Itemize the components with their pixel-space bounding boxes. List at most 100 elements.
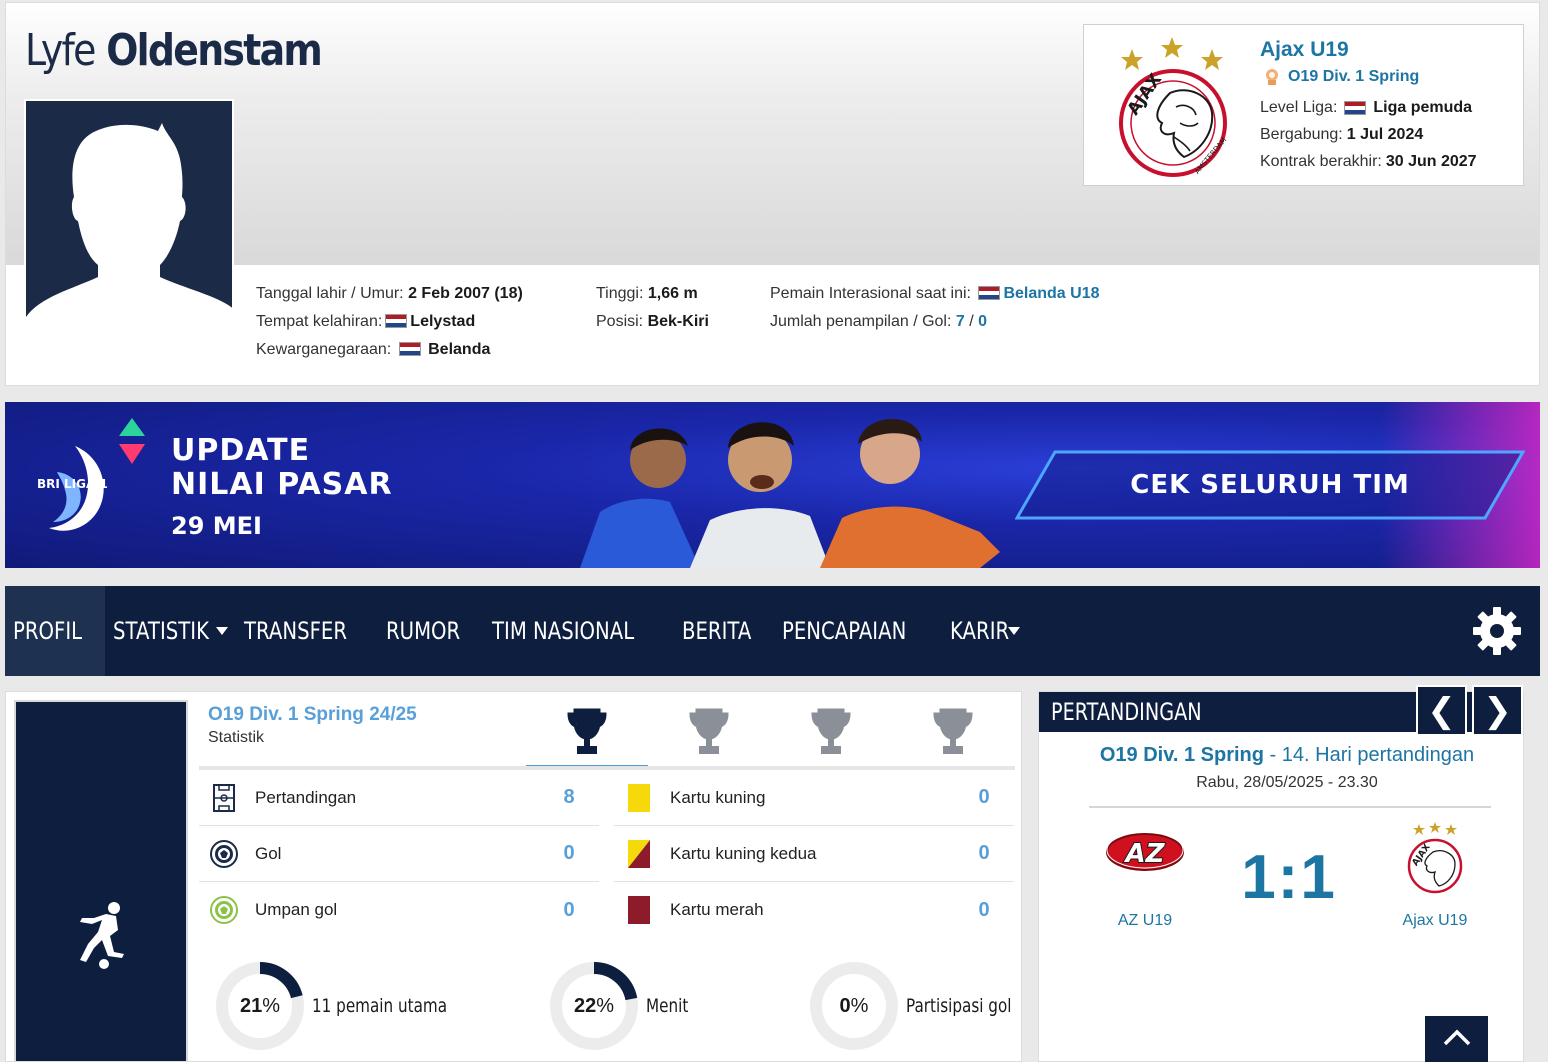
match-score-link[interactable]: 1:1 — [1219, 842, 1359, 913]
netherlands-flag-icon — [385, 314, 408, 328]
tab-achievements[interactable]: PENCAPAIAN — [774, 586, 942, 676]
contract-value: 30 Jun 2027 — [1385, 153, 1477, 170]
intl-team-link[interactable]: Belanda U18 — [1003, 285, 1099, 302]
trophy-icon — [567, 708, 607, 754]
stat-value-link[interactable]: 8 — [539, 786, 599, 809]
tab-national-team[interactable]: TIM NASIONAL — [484, 586, 673, 676]
competition-tab-1[interactable] — [526, 706, 648, 770]
stats-league-link[interactable]: O19 Div. 1 Spring 24/25 — [208, 704, 417, 726]
tab-statistics[interactable]: STATISTIK — [105, 586, 236, 676]
banner-logo-text: BRI LIGA 1 — [37, 477, 108, 491]
info-column-physical: Tinggi: 1,66 m Posisi: Bek-Kiri — [596, 280, 709, 336]
competition-tab-4[interactable] — [892, 706, 1014, 770]
intl-label: Pemain Interasional saat ini: — [770, 285, 971, 302]
donut-chart: 22% — [548, 960, 640, 1052]
match-league-link[interactable]: O19 Div. 1 Spring — [1100, 744, 1264, 766]
birthplace-row: Tempat kelahiran: Lelystad — [256, 308, 523, 336]
intl-row: Pemain Interasional saat ini: Belanda U1… — [770, 280, 1100, 308]
position-value: Bek-Kiri — [647, 313, 709, 330]
banner-players-image — [580, 418, 1000, 568]
tab-transfer[interactable]: TRANSFER — [236, 586, 378, 676]
contract-row: Kontrak berakhir: 30 Jun 2027 — [1260, 153, 1477, 171]
trophy-icon — [689, 708, 729, 754]
match-round: - 14. Hari pertandingan — [1269, 744, 1475, 766]
next-match-button[interactable]: ❯ — [1472, 685, 1523, 736]
contract-label: Kontrak berakhir: — [1260, 153, 1382, 170]
bri-liga-logo-icon: BRI LIGA 1 — [37, 446, 108, 531]
birthplace-value: Lelystad — [410, 313, 476, 330]
home-team-logo[interactable]: AZ — [1085, 822, 1205, 897]
tab-rumors[interactable]: RUMOR — [378, 586, 485, 676]
away-team-link[interactable]: Ajax U19 — [1365, 912, 1505, 930]
caps-value-link[interactable]: 7 — [956, 313, 965, 330]
ajax-logo-icon[interactable]: AJAX AMSTERDAM — [1114, 33, 1232, 181]
donut-starting-eleven: 21% 11 pemain utama — [214, 960, 481, 1052]
goals-value-link[interactable]: 0 — [978, 313, 987, 330]
competition-tab-3[interactable] — [770, 706, 892, 770]
stat-row-assists: Umpan gol 0 — [199, 882, 599, 938]
home-team-link[interactable]: AZ U19 — [1075, 912, 1215, 930]
dob-row: Tanggal lahir / Umur: 2 Feb 2007 (18) — [256, 280, 523, 308]
competition-tabs — [526, 706, 1016, 770]
caps-separator: / — [969, 313, 974, 330]
scroll-to-top-button[interactable] — [1425, 1016, 1488, 1062]
match-panel-title: PERTANDINGAN — [1051, 698, 1202, 726]
player-photo-placeholder — [24, 99, 234, 351]
player-last-name: Oldenstam — [106, 25, 323, 76]
player-first-name: Lyfe — [25, 25, 96, 76]
away-team-logo[interactable]: AJAX — [1375, 822, 1495, 907]
nav-tabs: PROFIL STATISTIK TRANSFER RUMOR TIM NASI… — [5, 586, 1028, 676]
stats-sidebar — [14, 700, 188, 1061]
tab-profile[interactable]: PROFIL — [5, 586, 106, 676]
ajax-logo-icon: AJAX — [1407, 822, 1463, 894]
height-row: Tinggi: 1,66 m — [596, 280, 709, 308]
svg-text:AZ: AZ — [1124, 839, 1166, 869]
check-all-team-button[interactable]: CEK SELURUH TIM — [1015, 450, 1525, 520]
donut-percent: 21% — [239, 994, 281, 1017]
match-panel: PERTANDINGAN O19 Div. 1 Spring - 14. Har… — [1038, 691, 1524, 1062]
club-league-link[interactable]: O19 Div. 1 Spring — [1262, 67, 1419, 87]
league-level-label: Level Liga: — [1260, 99, 1338, 116]
previous-match-button[interactable]: ❮ — [1416, 685, 1467, 736]
donut-label: Partisipasi gol — [906, 995, 1012, 1017]
donut-minutes: 22% Menit — [548, 960, 699, 1052]
citizenship-value: Belanda — [428, 341, 491, 358]
yellow-card-icon — [624, 783, 654, 813]
stat-row-goals: Gol 0 — [199, 826, 599, 882]
league-level-row: Level Liga: Liga pemuda — [1260, 99, 1472, 117]
height-label: Tinggi: — [596, 285, 644, 302]
chevron-down-icon — [1008, 627, 1021, 635]
info-column-personal: Tanggal lahir / Umur: 2 Feb 2007 (18) Te… — [256, 280, 523, 364]
stat-row-second-yellow: Kartu kuning kedua 0 — [614, 826, 1014, 882]
stat-label: Umpan gol — [255, 900, 338, 919]
donut-label: Menit — [646, 995, 689, 1017]
ball-icon — [209, 839, 239, 869]
info-column-international: Pemain Interasional saat ini: Belanda U1… — [770, 280, 1100, 336]
position-label: Posisi: — [596, 313, 644, 330]
gear-icon[interactable] — [1472, 606, 1522, 656]
market-value-banner[interactable]: BRI LIGA 1 UPDATE NILAI PASAR 29 MEI CEK… — [5, 402, 1540, 568]
tab-career[interactable]: KARIR — [942, 586, 1028, 676]
up-down-arrows-icon — [119, 418, 145, 464]
stat-value: 0 — [563, 898, 575, 921]
donut-percent: 0% — [839, 994, 869, 1017]
position-row: Posisi: Bek-Kiri — [596, 308, 709, 336]
stat-row-appearances: Pertandingan 8 — [199, 770, 599, 826]
birthplace-label: Tempat kelahiran: — [256, 313, 383, 330]
match-date: Rabu, 28/05/2025 - 23.30 — [1196, 774, 1378, 791]
player-header: Lyfe Oldenstam AJAX AMSTERDAM Ajax U19 O… — [5, 2, 1540, 386]
stat-label: Pertandingan — [255, 787, 357, 807]
tab-news[interactable]: BERITA — [674, 586, 775, 676]
banner-date: 29 MEI — [171, 512, 262, 540]
dob-label: Tanggal lahir / Umur: — [256, 285, 404, 302]
donut-chart: 21% — [214, 960, 306, 1052]
club-name-link[interactable]: Ajax U19 — [1260, 38, 1349, 62]
stat-value: 0 — [563, 842, 575, 864]
banner-title-line2: NILAI PASAR — [171, 467, 393, 502]
league-level-value: Liga pemuda — [1373, 99, 1473, 116]
football-player-icon — [80, 902, 124, 969]
caps-label: Jumlah penampilan / Gol: — [770, 313, 952, 330]
stat-label: Kartu kuning kedua — [670, 843, 817, 863]
stat-label: Gol — [255, 843, 282, 863]
competition-tab-2[interactable] — [648, 706, 770, 770]
